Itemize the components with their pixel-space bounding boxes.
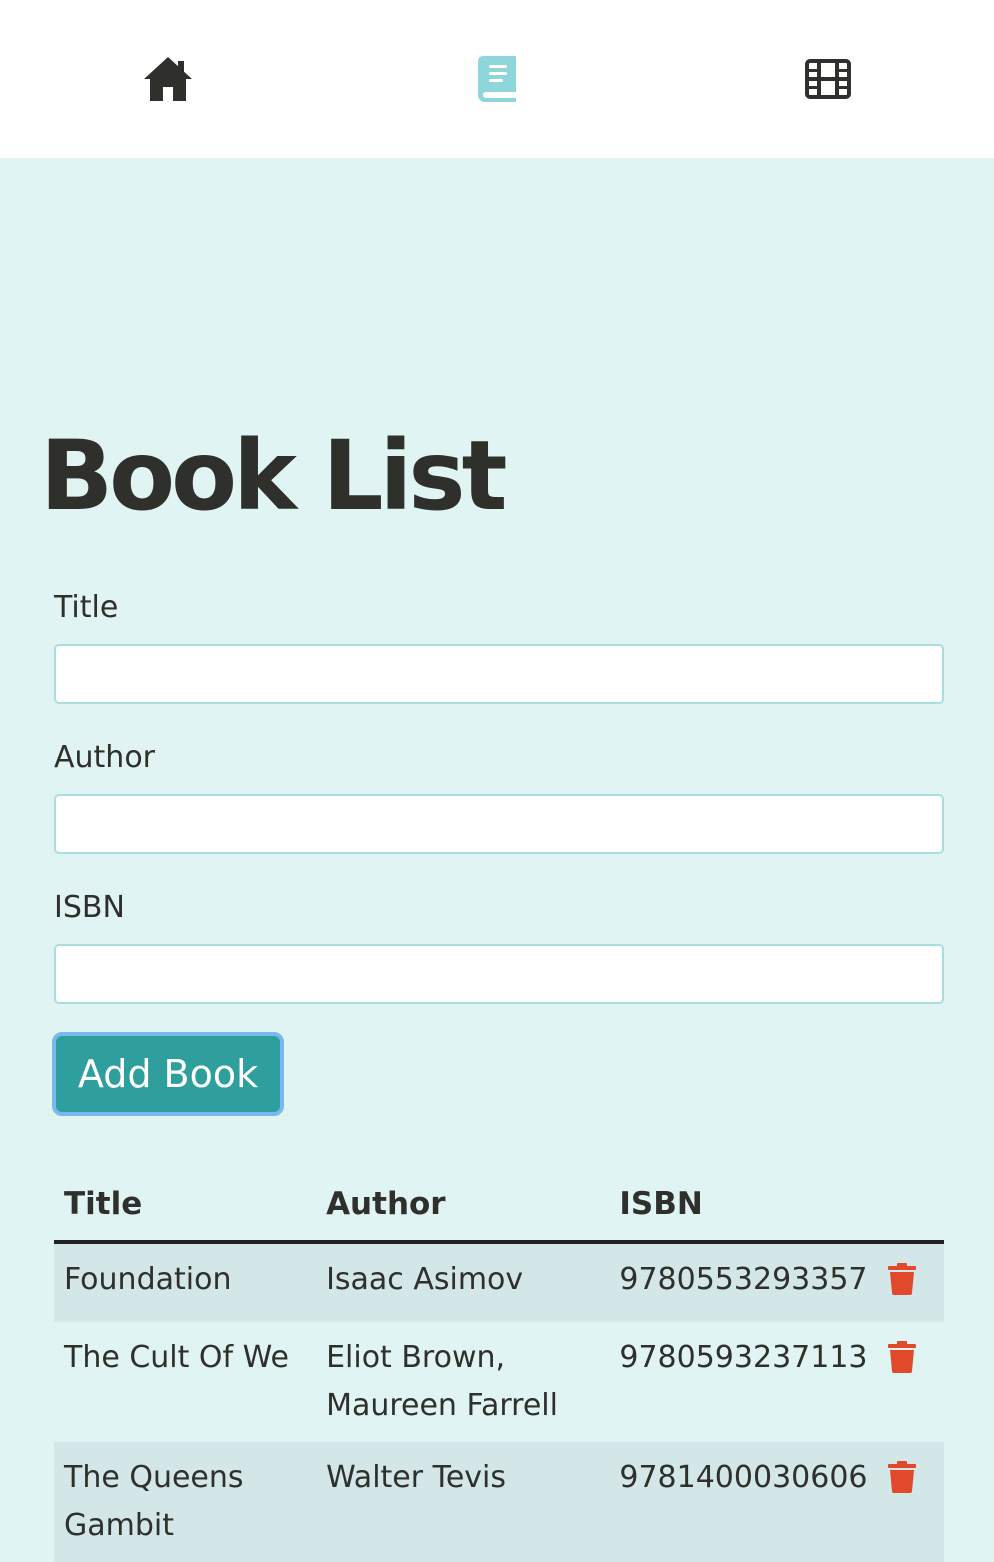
book-icon: [478, 56, 516, 102]
isbn-label: ISBN: [54, 890, 125, 925]
film-icon: [805, 59, 851, 99]
column-header-title: Title: [54, 1178, 317, 1244]
column-header-author: Author: [316, 1178, 610, 1244]
nav-home-button[interactable]: [142, 53, 194, 105]
book-title-cell: The Cult Of We: [64, 1340, 289, 1375]
home-icon: [144, 57, 192, 101]
table-row: The Cult Of We Eliot Brown, Maureen Farr…: [54, 1322, 944, 1442]
book-table: Title Author ISBN Foundation Isaac Asimo…: [54, 1178, 944, 1562]
book-isbn-cell: 9780593237113: [619, 1340, 868, 1375]
book-isbn-cell: 9780553293357: [609, 1242, 888, 1322]
page-title: Book List: [40, 420, 507, 532]
author-label: Author: [54, 740, 156, 775]
book-author-cell: Eliot Brown, Maureen Farrell: [326, 1340, 558, 1423]
isbn-input[interactable]: [54, 944, 944, 1004]
book-author-cell: Walter Tevis: [316, 1442, 610, 1562]
add-book-button[interactable]: Add Book: [52, 1032, 284, 1116]
book-title-cell: The Queens Gambit: [54, 1442, 317, 1562]
table-row: The Queens Gambit Walter Tevis 978140003…: [54, 1442, 944, 1562]
table-header-row: Title Author ISBN: [54, 1178, 944, 1244]
title-input[interactable]: [54, 644, 944, 704]
trash-icon[interactable]: [887, 1262, 916, 1310]
trash-icon[interactable]: [887, 1340, 916, 1388]
book-author-cell: Isaac Asimov: [316, 1242, 610, 1322]
author-input[interactable]: [54, 794, 944, 854]
nav-movies-button[interactable]: [802, 53, 854, 105]
top-nav: [0, 0, 994, 158]
column-header-isbn: ISBN: [609, 1178, 888, 1244]
trash-icon[interactable]: [887, 1460, 916, 1508]
delete-cell: [887, 1242, 944, 1322]
book-isbn-cell: 9781400030606: [609, 1442, 888, 1562]
delete-cell: [887, 1442, 944, 1562]
table-row: Foundation Isaac Asimov 9780553293357: [54, 1242, 944, 1322]
column-header-actions: [887, 1178, 944, 1244]
title-label: Title: [54, 590, 119, 625]
delete-cell: [887, 1322, 944, 1442]
nav-books-button[interactable]: [472, 53, 524, 105]
book-title-cell: Foundation: [54, 1242, 317, 1322]
